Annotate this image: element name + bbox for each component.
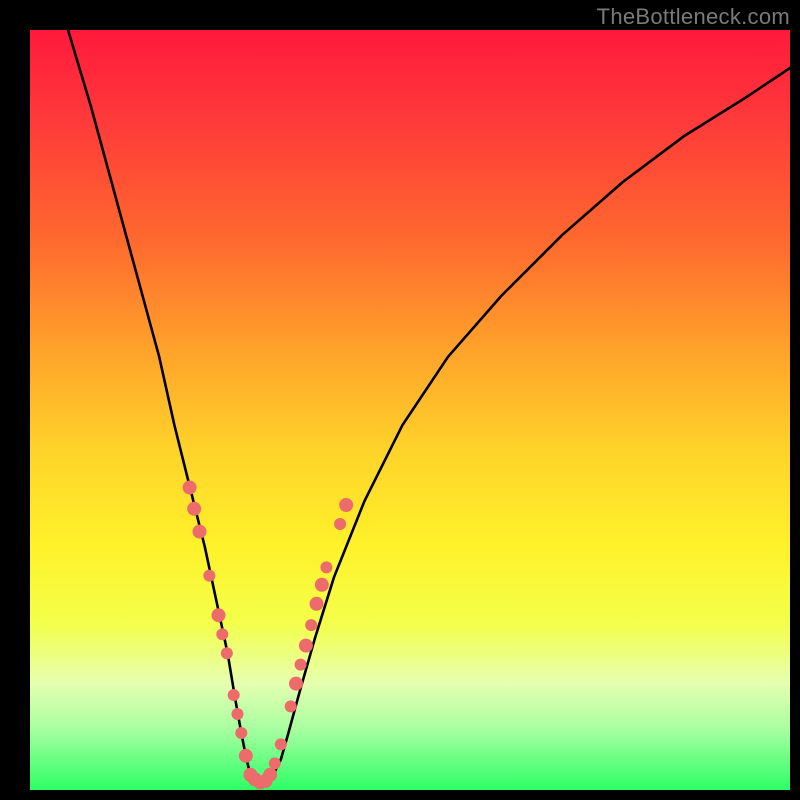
data-marker [310,597,324,611]
data-marker [221,647,233,659]
data-marker [216,628,228,640]
plot-area [30,30,790,790]
data-marker [235,727,247,739]
data-marker [239,749,253,763]
data-marker [334,518,346,530]
data-marker [187,502,201,516]
watermark-label: TheBottleneck.com [597,4,790,30]
bottleneck-curve [68,30,790,782]
data-marker [275,738,287,750]
data-marker [299,639,313,653]
data-marker [315,578,329,592]
data-marker [339,498,353,512]
data-marker [295,659,307,671]
curve-path [68,30,790,782]
chart-frame: TheBottleneck.com [0,0,800,800]
data-markers [183,481,354,790]
data-marker [263,768,277,782]
data-marker [211,608,225,622]
data-marker [192,525,206,539]
data-marker [228,689,240,701]
data-marker [289,677,303,691]
data-marker [269,757,281,769]
data-marker [231,708,243,720]
data-marker [305,619,317,631]
chart-svg [30,30,790,790]
data-marker [203,570,215,582]
data-marker [320,561,332,573]
data-marker [183,481,197,495]
data-marker [285,700,297,712]
